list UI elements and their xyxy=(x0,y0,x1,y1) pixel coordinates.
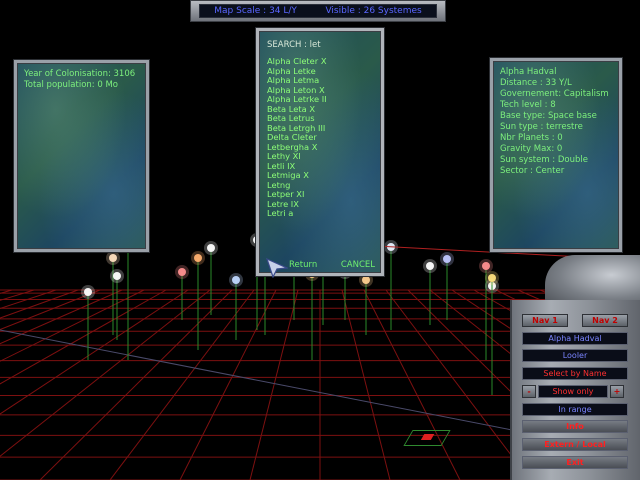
star-glow xyxy=(106,251,120,265)
star-glow xyxy=(204,241,218,255)
colony-info-panel: Year of Colonisation: 3106 Total populat… xyxy=(14,60,149,252)
star-glow xyxy=(485,271,499,285)
search-dialog: SEARCH : let Alpha Cleter X Alpha Letke Al… xyxy=(256,28,384,276)
show-only-label: Show only xyxy=(538,385,608,398)
star-glow xyxy=(440,252,454,266)
star-glow xyxy=(81,285,95,299)
show-only-decrease-button[interactable]: - xyxy=(522,385,536,398)
base-type-text: Base type: Space base xyxy=(500,111,597,121)
cancel-button[interactable]: CANCEL xyxy=(341,260,375,270)
show-only-increase-button[interactable]: + xyxy=(610,385,624,398)
search-result-item[interactable]: Letri a xyxy=(267,208,373,219)
exit-button[interactable]: Exit xyxy=(522,456,628,469)
star-glow xyxy=(479,259,493,273)
system-info-panel: Alpha Hadval Distance : 33 Y/L Governeme… xyxy=(490,58,622,252)
star-glow xyxy=(110,269,124,283)
total-population-text: Total population: 0 Mo xyxy=(24,80,118,90)
star-glow xyxy=(175,265,189,279)
sector-text: Sector : Center xyxy=(500,166,565,176)
map-scale-label: Map Scale : 34 L/Y xyxy=(214,6,297,16)
nav2-button[interactable]: Nav 2 xyxy=(582,314,628,327)
select-by-name-button[interactable]: Select by Name xyxy=(522,367,628,380)
star-glow xyxy=(191,251,205,265)
search-results-list: Alpha Cleter X Alpha Letke Alpha Letma Alph… xyxy=(267,56,373,219)
star-glow xyxy=(229,273,243,287)
distance-text: Distance : 33 Y/L xyxy=(500,78,572,88)
system-name-field[interactable]: Alpha Hadval xyxy=(522,332,628,345)
sun-type-text: Sun type : terrestre xyxy=(500,122,583,132)
year-colonisation-text: Year of Colonisation: 3106 xyxy=(24,69,136,79)
return-button[interactable]: Return xyxy=(289,260,317,270)
mouse-cursor-icon xyxy=(266,258,288,278)
visible-systems-label: Visible : 26 Systemes xyxy=(325,6,422,16)
star-glow xyxy=(423,259,437,273)
looler-field[interactable]: Looler xyxy=(522,349,628,362)
planets-count-text: Nbr Planets : 0 xyxy=(500,133,563,143)
info-button[interactable]: Info xyxy=(522,420,628,433)
nav1-button[interactable]: Nav 1 xyxy=(522,314,568,327)
console-top-machinery xyxy=(545,255,640,305)
tech-level-text: Tech level : 8 xyxy=(500,100,556,110)
in-range-filter[interactable]: In range xyxy=(522,403,628,416)
search-input[interactable]: SEARCH : let xyxy=(267,40,373,50)
government-text: Governement: Capitalism xyxy=(500,89,609,99)
extern-local-button[interactable]: Extern / Local xyxy=(522,438,628,451)
gravity-text: Gravity Max: 0 xyxy=(500,144,563,154)
top-status-bar: Map Scale : 34 L/Y Visible : 26 Systemes xyxy=(190,0,446,22)
sun-system-text: Sun system : Double xyxy=(500,155,588,165)
system-name-text: Alpha Hadval xyxy=(500,67,557,77)
